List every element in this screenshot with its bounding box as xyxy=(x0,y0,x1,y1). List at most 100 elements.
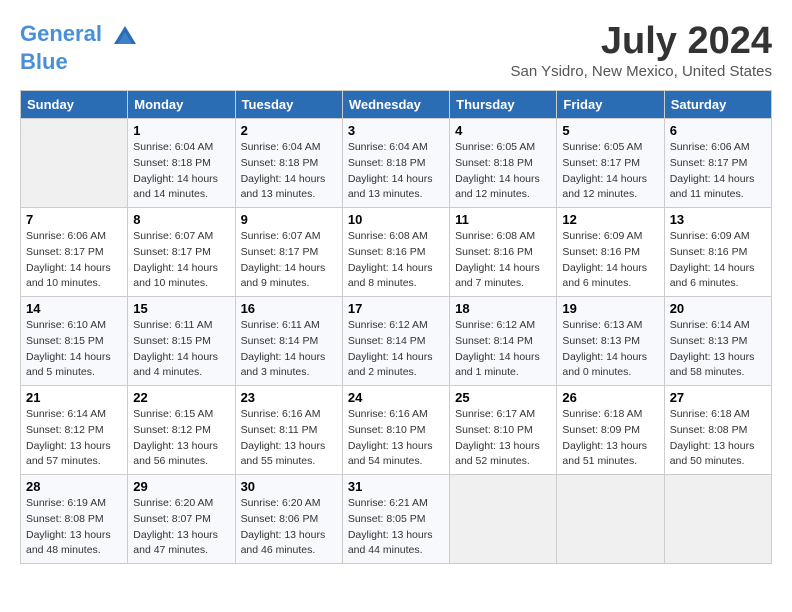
day-number: 2 xyxy=(241,123,337,138)
calendar-cell: 26 Sunrise: 6:18 AM Sunset: 8:09 PM Dayli… xyxy=(557,386,664,475)
calendar-cell: 11Sunrise: 6:08 AM Sunset: 8:16 PM Dayli… xyxy=(450,208,557,297)
calendar-cell: 15Sunrise: 6:11 AM Sunset: 8:15 PM Dayli… xyxy=(128,297,235,386)
day-info: Sunrise: 6:04 AM Sunset: 8:18 PM Dayligh… xyxy=(348,140,444,203)
col-header-tuesday: Tuesday xyxy=(235,91,342,119)
logo-text: General xyxy=(20,20,140,50)
day-number: 16 xyxy=(241,301,337,316)
day-number: 29 xyxy=(133,479,229,494)
day-number: 26 xyxy=(562,390,658,405)
day-info: Sunrise: 6:21 AM Sunset: 8:05 PM Dayligh… xyxy=(348,496,444,559)
calendar-cell: 7Sunrise: 6:06 AM Sunset: 8:17 PM Daylig… xyxy=(21,208,128,297)
calendar-week-2: 7Sunrise: 6:06 AM Sunset: 8:17 PM Daylig… xyxy=(21,208,772,297)
day-number: 28 xyxy=(26,479,122,494)
calendar-week-1: 1Sunrise: 6:04 AM Sunset: 8:18 PM Daylig… xyxy=(21,119,772,208)
day-number: 6 xyxy=(670,123,766,138)
calendar-cell: 4Sunrise: 6:05 AM Sunset: 8:18 PM Daylig… xyxy=(450,119,557,208)
day-number: 27 xyxy=(670,390,766,405)
day-info: Sunrise: 6:09 AM Sunset: 8:16 PM Dayligh… xyxy=(562,229,658,292)
day-info: Sunrise: 6:18 AM Sunset: 8:09 PM Dayligh… xyxy=(562,407,658,470)
day-number: 19 xyxy=(562,301,658,316)
calendar-header-row: SundayMondayTuesdayWednesdayThursdayFrid… xyxy=(21,91,772,119)
calendar-cell: 8 Sunrise: 6:07 AM Sunset: 8:17 PM Daylig… xyxy=(128,208,235,297)
calendar-cell: 9Sunrise: 6:07 AM Sunset: 8:17 PM Daylig… xyxy=(235,208,342,297)
calendar-week-5: 28 Sunrise: 6:19 AM Sunset: 8:08 PM Dayli… xyxy=(21,475,772,564)
day-number: 12 xyxy=(562,212,658,227)
day-number: 21 xyxy=(26,390,122,405)
calendar-cell: 20 Sunrise: 6:14 AM Sunset: 8:13 PM Dayli… xyxy=(664,297,771,386)
col-header-thursday: Thursday xyxy=(450,91,557,119)
calendar-cell: 16Sunrise: 6:11 AM Sunset: 8:14 PM Dayli… xyxy=(235,297,342,386)
calendar-cell: 14 Sunrise: 6:10 AM Sunset: 8:15 PM Dayli… xyxy=(21,297,128,386)
day-number: 31 xyxy=(348,479,444,494)
day-info: Sunrise: 6:05 AM Sunset: 8:18 PM Dayligh… xyxy=(455,140,551,203)
day-info: Sunrise: 6:12 AM Sunset: 8:14 PM Dayligh… xyxy=(455,318,551,381)
day-info: Sunrise: 6:13 AM Sunset: 8:13 PM Dayligh… xyxy=(562,318,658,381)
col-header-friday: Friday xyxy=(557,91,664,119)
day-info: Sunrise: 6:06 AM Sunset: 8:17 PM Dayligh… xyxy=(670,140,766,203)
day-number: 17 xyxy=(348,301,444,316)
calendar-cell xyxy=(557,475,664,564)
logo-line2: Blue xyxy=(20,50,140,74)
day-info: Sunrise: 6:12 AM Sunset: 8:14 PM Dayligh… xyxy=(348,318,444,381)
col-header-sunday: Sunday xyxy=(21,91,128,119)
day-info: Sunrise: 6:16 AM Sunset: 8:10 PM Dayligh… xyxy=(348,407,444,470)
calendar-cell: 3 Sunrise: 6:04 AM Sunset: 8:18 PM Daylig… xyxy=(342,119,449,208)
day-info: Sunrise: 6:08 AM Sunset: 8:16 PM Dayligh… xyxy=(455,229,551,292)
calendar-cell: 5Sunrise: 6:05 AM Sunset: 8:17 PM Daylig… xyxy=(557,119,664,208)
day-info: Sunrise: 6:09 AM Sunset: 8:16 PM Dayligh… xyxy=(670,229,766,292)
month-title: July 2024 xyxy=(510,20,772,63)
calendar-cell: 1Sunrise: 6:04 AM Sunset: 8:18 PM Daylig… xyxy=(128,119,235,208)
calendar-cell: 13 Sunrise: 6:09 AM Sunset: 8:16 PM Dayli… xyxy=(664,208,771,297)
calendar-cell: 10Sunrise: 6:08 AM Sunset: 8:16 PM Dayli… xyxy=(342,208,449,297)
day-number: 25 xyxy=(455,390,551,405)
day-number: 22 xyxy=(133,390,229,405)
day-info: Sunrise: 6:08 AM Sunset: 8:16 PM Dayligh… xyxy=(348,229,444,292)
calendar-cell: 28 Sunrise: 6:19 AM Sunset: 8:08 PM Dayli… xyxy=(21,475,128,564)
day-info: Sunrise: 6:17 AM Sunset: 8:10 PM Dayligh… xyxy=(455,407,551,470)
calendar-cell: 27 Sunrise: 6:18 AM Sunset: 8:08 PM Dayli… xyxy=(664,386,771,475)
day-info: Sunrise: 6:16 AM Sunset: 8:11 PM Dayligh… xyxy=(241,407,337,470)
calendar-cell: 17 Sunrise: 6:12 AM Sunset: 8:14 PM Dayli… xyxy=(342,297,449,386)
day-info: Sunrise: 6:14 AM Sunset: 8:13 PM Dayligh… xyxy=(670,318,766,381)
day-number: 23 xyxy=(241,390,337,405)
col-header-monday: Monday xyxy=(128,91,235,119)
calendar-cell: 24 Sunrise: 6:16 AM Sunset: 8:10 PM Dayli… xyxy=(342,386,449,475)
day-info: Sunrise: 6:14 AM Sunset: 8:12 PM Dayligh… xyxy=(26,407,122,470)
calendar-cell xyxy=(21,119,128,208)
day-info: Sunrise: 6:10 AM Sunset: 8:15 PM Dayligh… xyxy=(26,318,122,381)
calendar-week-4: 21 Sunrise: 6:14 AM Sunset: 8:12 PM Dayli… xyxy=(21,386,772,475)
col-header-saturday: Saturday xyxy=(664,91,771,119)
day-number: 3 xyxy=(348,123,444,138)
col-header-wednesday: Wednesday xyxy=(342,91,449,119)
logo: General Blue xyxy=(20,20,140,74)
day-number: 7 xyxy=(26,212,122,227)
calendar-cell: 22 Sunrise: 6:15 AM Sunset: 8:12 PM Dayli… xyxy=(128,386,235,475)
day-info: Sunrise: 6:05 AM Sunset: 8:17 PM Dayligh… xyxy=(562,140,658,203)
calendar-cell: 12 Sunrise: 6:09 AM Sunset: 8:16 PM Dayli… xyxy=(557,208,664,297)
day-info: Sunrise: 6:18 AM Sunset: 8:08 PM Dayligh… xyxy=(670,407,766,470)
calendar-week-3: 14 Sunrise: 6:10 AM Sunset: 8:15 PM Dayli… xyxy=(21,297,772,386)
day-info: Sunrise: 6:20 AM Sunset: 8:06 PM Dayligh… xyxy=(241,496,337,559)
calendar-cell: 31 Sunrise: 6:21 AM Sunset: 8:05 PM Dayli… xyxy=(342,475,449,564)
day-number: 24 xyxy=(348,390,444,405)
day-info: Sunrise: 6:04 AM Sunset: 8:18 PM Dayligh… xyxy=(241,140,337,203)
calendar-cell: 19 Sunrise: 6:13 AM Sunset: 8:13 PM Dayli… xyxy=(557,297,664,386)
day-info: Sunrise: 6:07 AM Sunset: 8:17 PM Dayligh… xyxy=(241,229,337,292)
page-header: General Blue July 2024 San Ysidro, New M… xyxy=(20,20,772,80)
calendar-cell: 21 Sunrise: 6:14 AM Sunset: 8:12 PM Dayli… xyxy=(21,386,128,475)
calendar-cell: 6 Sunrise: 6:06 AM Sunset: 8:17 PM Daylig… xyxy=(664,119,771,208)
day-number: 20 xyxy=(670,301,766,316)
location: San Ysidro, New Mexico, United States xyxy=(510,63,772,80)
calendar-cell: 23 Sunrise: 6:16 AM Sunset: 8:11 PM Dayli… xyxy=(235,386,342,475)
calendar-cell xyxy=(664,475,771,564)
day-info: Sunrise: 6:07 AM Sunset: 8:17 PM Dayligh… xyxy=(133,229,229,292)
calendar-cell: 18Sunrise: 6:12 AM Sunset: 8:14 PM Dayli… xyxy=(450,297,557,386)
day-info: Sunrise: 6:19 AM Sunset: 8:08 PM Dayligh… xyxy=(26,496,122,559)
day-number: 13 xyxy=(670,212,766,227)
day-number: 14 xyxy=(26,301,122,316)
calendar-cell: 2 Sunrise: 6:04 AM Sunset: 8:18 PM Daylig… xyxy=(235,119,342,208)
day-info: Sunrise: 6:15 AM Sunset: 8:12 PM Dayligh… xyxy=(133,407,229,470)
title-block: July 2024 San Ysidro, New Mexico, United… xyxy=(510,20,772,80)
day-number: 8 xyxy=(133,212,229,227)
calendar-cell: 29Sunrise: 6:20 AM Sunset: 8:07 PM Dayli… xyxy=(128,475,235,564)
